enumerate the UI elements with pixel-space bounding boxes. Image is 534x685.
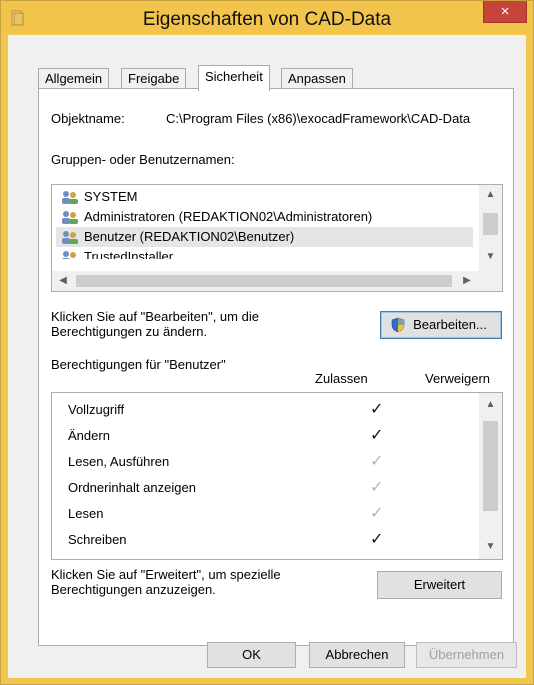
allow-check-icon: ✓ [370,401,384,418]
allow-check-icon: ✓ [370,427,384,444]
allow-check-icon: ✓ [370,479,384,496]
scroll-thumb[interactable] [483,421,498,511]
cancel-button[interactable]: Abbrechen [309,642,405,668]
window-title: Eigenschaften von CAD-Data [142,9,392,30]
close-button[interactable]: × [483,1,527,23]
close-icon: × [500,3,510,20]
scroll-thumb[interactable] [483,213,498,235]
tab-sicherheit[interactable]: Sicherheit [198,65,270,91]
properties-window: Eigenschaften von CAD-Data × Allgemein F… [0,0,534,685]
list-item[interactable]: TrustedInstaller [56,247,473,259]
permissions-scrollbar[interactable]: ▲ ▼ [479,393,502,559]
users-icon [62,231,78,244]
scroll-left-arrow-icon[interactable]: ◀ [56,275,70,286]
object-name-value[interactable]: C:\Program Files (x86)\exocadFramework\C… [166,111,513,126]
allow-check-icon: ✓ [370,453,384,470]
list-item[interactable]: SYSTEM [56,187,473,207]
users-icon [62,191,78,204]
list-item[interactable]: Administratoren (REDAKTION02\Administrat… [56,207,473,227]
scroll-thumb-horizontal[interactable] [76,275,452,287]
deny-column-header: Verweigern [425,371,491,386]
permissions-list[interactable]: Vollzugriff ✓ Ändern ✓ Lesen, Ausführen … [51,392,503,560]
scroll-right-arrow-icon[interactable]: ▶ [460,275,474,286]
tab-freigabe[interactable]: Freigabe [121,68,187,90]
users-icon [62,211,78,224]
permission-row: Schreiben [68,532,127,547]
dialog-client-area: Allgemein Freigabe Sicherheit Anpassen O… [8,35,526,678]
permission-row: Ordnerinhalt anzeigen [68,480,196,495]
permission-row: Vollzugriff [68,402,125,417]
object-name-label: Objektname: [51,111,125,126]
permission-row: Lesen, Ausführen [68,454,170,469]
tab-anpassen[interactable]: Anpassen [281,68,353,90]
groups-listbox[interactable]: SYSTEM Administratoren (REDAKTION02\Admi… [51,184,503,292]
advanced-button[interactable]: Erweitert [377,571,502,599]
list-item-selected[interactable]: Benutzer (REDAKTION02\Benutzer) [56,227,473,247]
permission-row: Lesen [68,506,104,521]
edit-hint: Klicken Sie auf "Bearbeiten", um die Ber… [51,309,259,339]
allow-check-icon: ✓ [370,505,384,522]
users-icon [62,251,76,259]
scroll-down-arrow-icon[interactable]: ▼ [479,251,502,262]
permissions-header: Berechtigungen für "Benutzer" [51,357,226,372]
advanced-hint: Klicken Sie auf "Erweitert", um speziell… [51,567,281,597]
allow-check-icon: ✓ [370,531,384,548]
groups-vertical-scrollbar[interactable]: ▲ ▼ [479,185,502,271]
groups-horizontal-scrollbar[interactable]: ◀ ▶ [52,271,502,291]
scroll-up-arrow-icon[interactable]: ▲ [479,399,502,410]
apply-button[interactable]: Übernehmen [416,642,517,668]
ok-button[interactable]: OK [207,642,296,668]
tab-allgemein[interactable]: Allgemein [38,68,110,90]
permission-row: Ändern [68,428,110,443]
title-bar[interactable]: Eigenschaften von CAD-Data × [1,1,533,33]
groups-label: Gruppen- oder Benutzernamen: [51,152,235,167]
uac-shield-icon [391,317,405,333]
edit-button[interactable]: Bearbeiten... [380,311,502,339]
security-tab-panel: Objektname: C:\Program Files (x86)\exoca… [38,88,514,646]
scroll-down-arrow-icon[interactable]: ▼ [479,541,502,552]
scroll-up-arrow-icon[interactable]: ▲ [479,189,502,200]
allow-column-header: Zulassen [315,371,368,386]
